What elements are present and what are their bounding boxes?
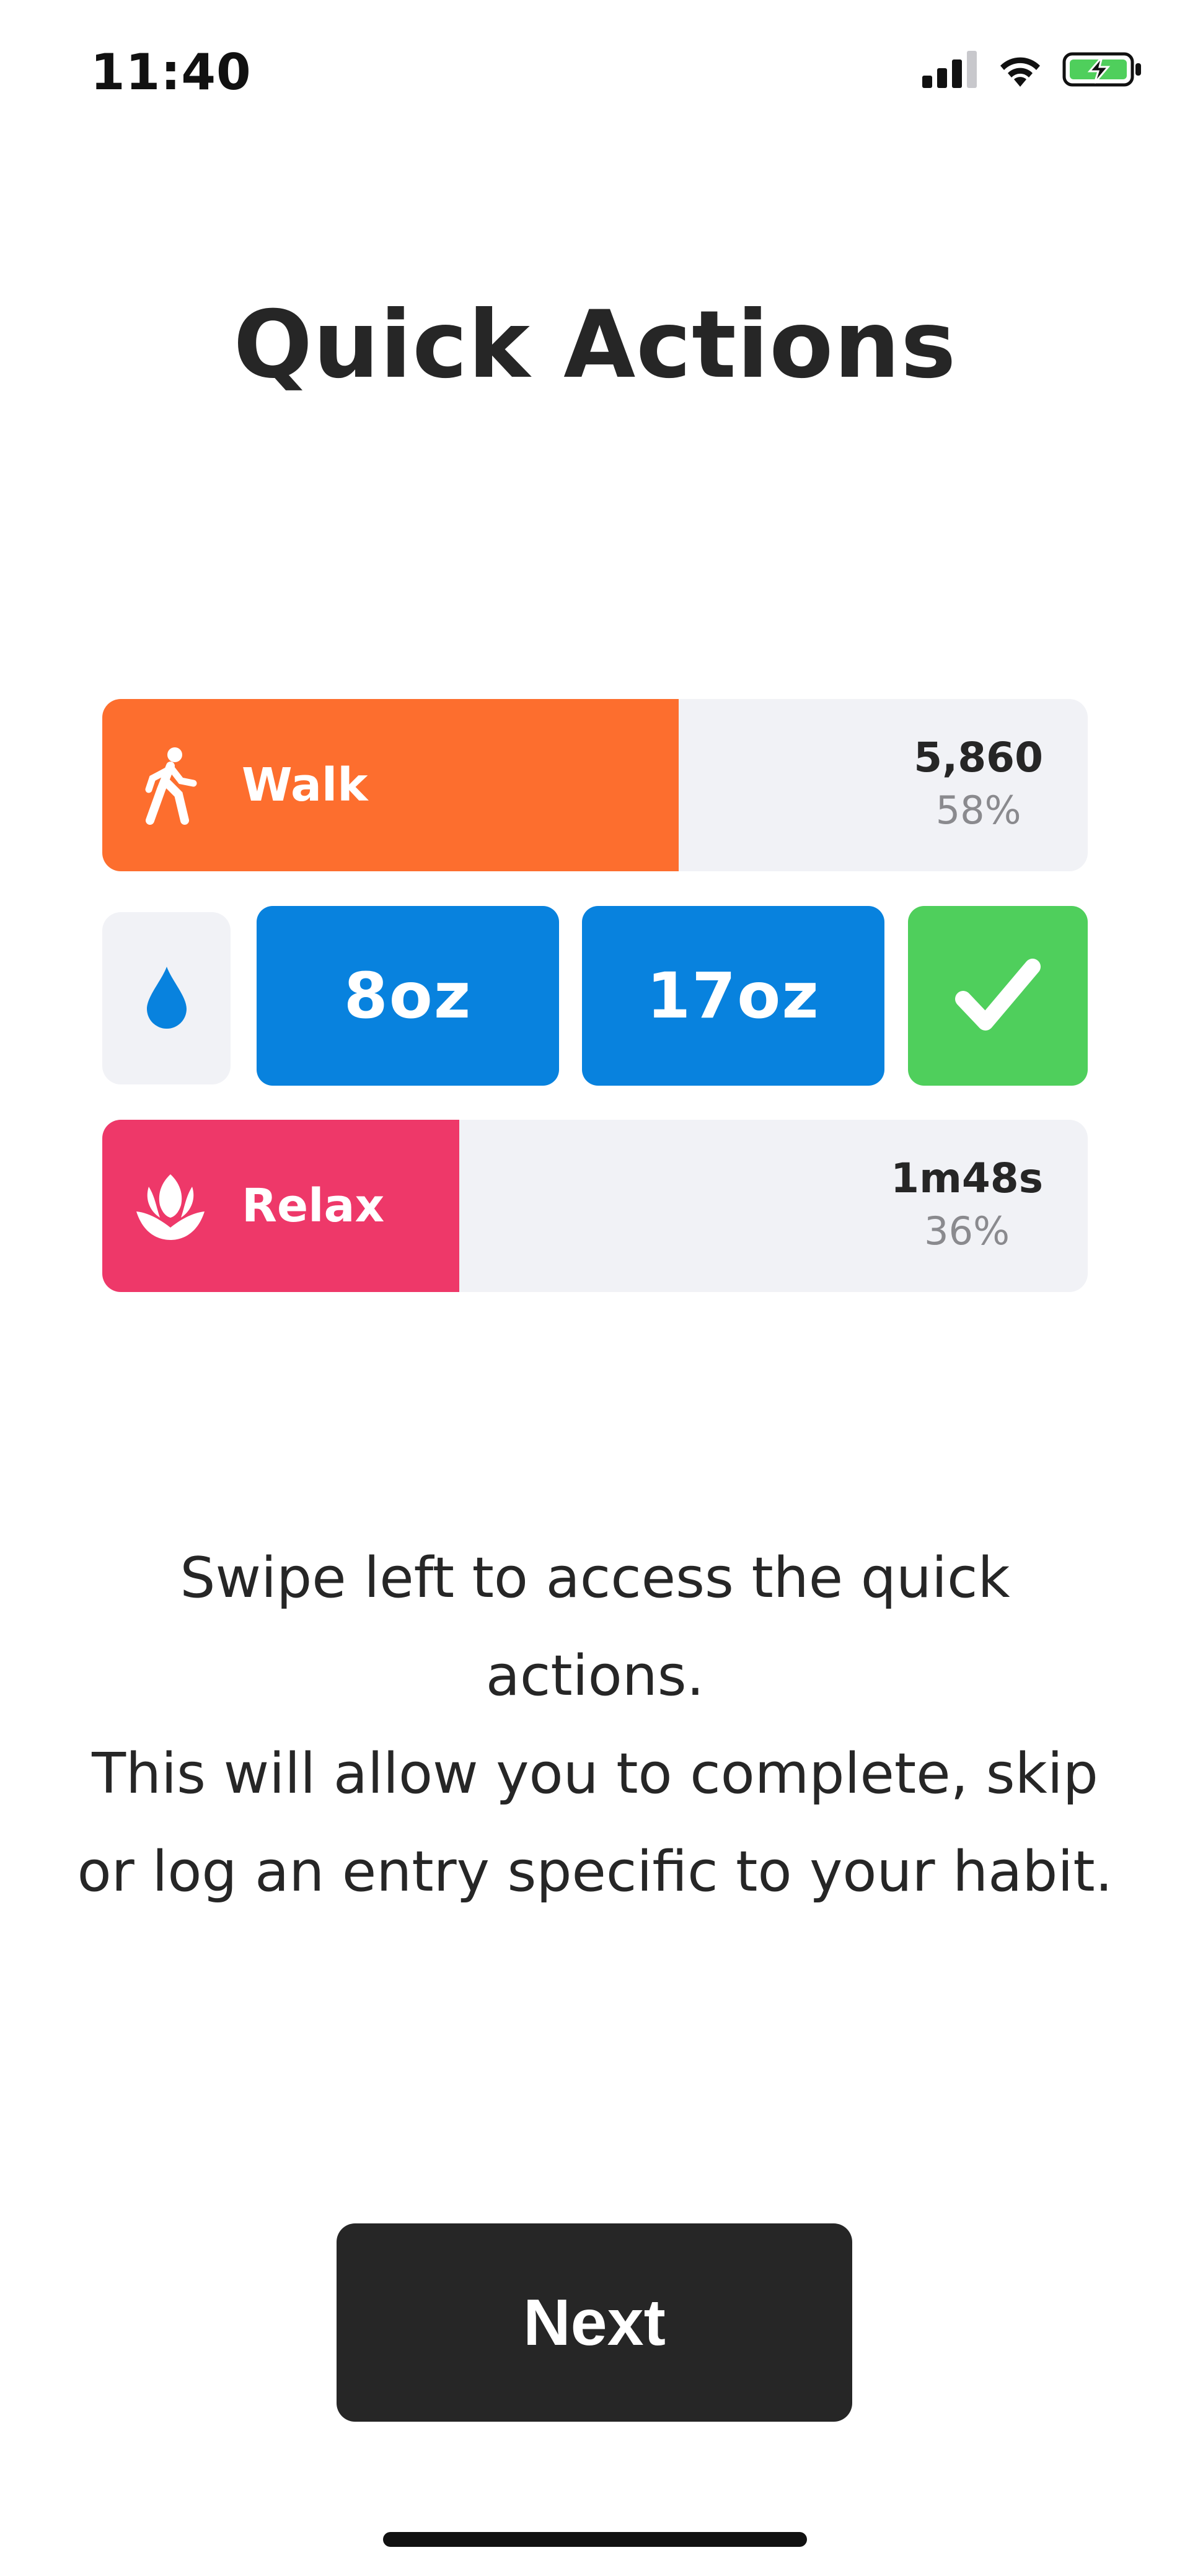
status-time: 11:40	[90, 43, 252, 101]
walk-label: Walk	[242, 758, 368, 812]
relax-percent: 36%	[924, 1208, 1010, 1254]
next-button[interactable]: Next	[337, 2223, 852, 2422]
relax-stats: 1m48s 36%	[891, 1151, 1043, 1256]
log-17oz-button[interactable]: 17oz	[582, 906, 884, 1086]
habit-row-water: 8oz 17oz	[102, 906, 1088, 1086]
instructions-line: Swipe left to access the quick actions.	[180, 1545, 1010, 1708]
walk-percent: 58%	[935, 788, 1021, 833]
home-indicator[interactable]	[383, 2532, 807, 2547]
complete-button[interactable]	[908, 906, 1088, 1086]
status-bar: 11:40	[0, 0, 1190, 149]
water-icon-box[interactable]	[102, 912, 231, 1084]
habit-row-relax[interactable]: Relax 1m48s 36%	[102, 1120, 1088, 1292]
walk-stats: 5,860 58%	[914, 730, 1043, 835]
relax-progress-fill: Relax	[102, 1120, 459, 1292]
checkmark-icon	[955, 959, 1041, 1031]
relax-label: Relax	[242, 1179, 385, 1233]
lotus-flower-icon	[130, 1166, 211, 1246]
walk-progress-fill: Walk	[102, 699, 679, 871]
status-icons	[922, 51, 1143, 88]
cellular-signal-icon	[922, 51, 977, 88]
battery-charging-icon	[1062, 52, 1141, 87]
instructions-line: This will allow you to complete, skip	[92, 1741, 1098, 1806]
page-title: Quick Actions	[233, 291, 957, 399]
log-8oz-button[interactable]: 8oz	[257, 906, 559, 1086]
water-drop-icon	[146, 967, 187, 1029]
walking-person-icon	[130, 745, 211, 825]
instructions-line: or log an entry specific to your habit.	[77, 1839, 1113, 1904]
relax-value: 1m48s	[891, 1154, 1043, 1202]
habit-row-walk[interactable]: Walk 5,860 58%	[102, 699, 1088, 871]
instructions-text: Swipe left to access the quick actions. …	[62, 1529, 1128, 1921]
walk-value: 5,860	[914, 734, 1043, 781]
wifi-icon	[1000, 57, 1040, 87]
